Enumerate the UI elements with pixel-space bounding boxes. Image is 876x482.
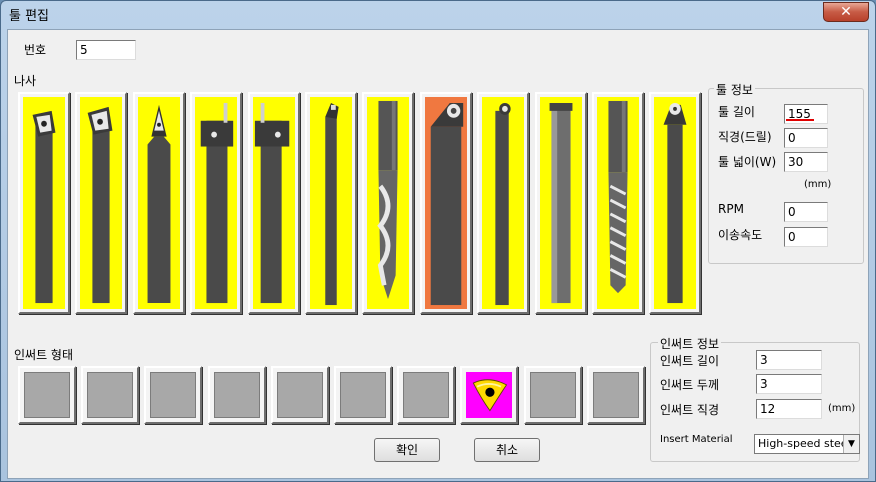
tool-section-label: 나사 xyxy=(14,74,37,88)
insert-shape-3-image xyxy=(150,372,197,418)
diameter-label: 직경(드릴) xyxy=(718,130,772,144)
insert-shape-2-image xyxy=(87,372,134,418)
insert-shape-3-button[interactable] xyxy=(144,366,203,424)
tool-info-title: 툴 정보 xyxy=(714,81,755,98)
diameter-input[interactable]: 0 xyxy=(784,128,828,148)
insert-thickness-label: 인써트 두께 xyxy=(660,378,720,392)
insert-shape-9-button[interactable] xyxy=(523,366,582,424)
feed-label: 이송속도 xyxy=(718,228,763,242)
tool-5-image xyxy=(252,97,295,309)
tool-12-button[interactable] xyxy=(649,92,702,314)
insert-shape-10-image xyxy=(592,372,639,418)
insert-shape-9-image xyxy=(529,372,576,418)
tool-4-button[interactable] xyxy=(190,92,243,314)
insert-length-label: 인써트 길이 xyxy=(660,354,720,368)
tool-width-label: 툴 넓이(W) xyxy=(718,155,777,169)
close-button[interactable]: ✕ xyxy=(823,2,869,22)
tool-6-icon xyxy=(325,102,339,306)
triangle-insert-icon xyxy=(473,379,508,412)
tool-4-icon xyxy=(200,102,234,304)
rpm-input[interactable]: 0 xyxy=(784,202,828,222)
tool-7-image xyxy=(367,97,410,309)
tool-edit-dialog: 툴 편집 ✕ 번호 5 나사 툴 정보 툴 길이 155 직경(드릴) 0 툴 … xyxy=(0,0,876,482)
dialog-client-area: 번호 5 나사 툴 정보 툴 길이 155 직경(드릴) 0 툴 넓이(W) 3… xyxy=(7,29,869,479)
insert-shape-1-image xyxy=(24,372,70,418)
tool-width-input[interactable]: 30 xyxy=(784,152,828,172)
tool-10-image xyxy=(539,97,582,309)
insert-shape-6-button[interactable] xyxy=(334,366,392,424)
tool-1-icon xyxy=(32,110,56,304)
tool-6-button[interactable] xyxy=(305,92,357,314)
tool-1-image xyxy=(23,97,65,309)
feed-input[interactable]: 0 xyxy=(784,227,828,247)
tool-4-image xyxy=(195,97,238,309)
tool-9-button[interactable] xyxy=(477,92,530,314)
insert-unit-label: (mm) xyxy=(828,403,856,414)
cancel-button[interactable]: 취소 xyxy=(474,438,540,462)
tool-7-button[interactable] xyxy=(362,92,415,314)
insert-length-input[interactable]: 3 xyxy=(756,350,822,370)
insert-shape-5-button[interactable] xyxy=(270,366,329,424)
number-input[interactable]: 5 xyxy=(76,40,136,60)
tool-10-button[interactable] xyxy=(534,92,587,314)
tool-11-button[interactable] xyxy=(592,92,644,314)
tool-8-image xyxy=(424,97,467,309)
tool-1-button[interactable] xyxy=(18,92,70,314)
tool-5-button[interactable] xyxy=(247,92,300,314)
tool-10-icon xyxy=(549,102,573,304)
tool-3-icon xyxy=(147,104,171,304)
insert-shape-1-button[interactable] xyxy=(18,366,76,424)
insert-shape-10-button[interactable] xyxy=(586,366,645,424)
insert-info-title: 인써트 정보 xyxy=(658,335,722,352)
tool-length-highlight xyxy=(786,119,814,121)
tool-11-image xyxy=(597,97,639,309)
insert-material-select[interactable]: High-speed steel ▼ xyxy=(754,434,860,454)
tool-5-icon xyxy=(254,102,289,304)
insert-section-label: 인써트 형태 xyxy=(14,348,74,362)
tool-3-button[interactable] xyxy=(132,92,185,314)
title-bar: 툴 편집 ✕ xyxy=(1,1,875,27)
tool-3-image xyxy=(137,97,180,309)
tool-8-icon xyxy=(430,102,463,306)
tool-length-input[interactable]: 155 xyxy=(784,104,828,124)
tool-12-image xyxy=(654,97,697,309)
tool-unit-label: (mm) xyxy=(804,179,832,190)
insert-shape-4-image xyxy=(213,372,260,418)
insert-material-label: Insert Material xyxy=(660,434,733,445)
ok-button[interactable]: 확인 xyxy=(374,438,440,462)
insert-shape-8-image xyxy=(466,372,513,418)
tool-9-icon xyxy=(495,102,511,306)
insert-shape-7-image xyxy=(403,372,450,418)
insert-material-value: High-speed steel xyxy=(758,437,851,450)
insert-thickness-input[interactable]: 3 xyxy=(756,374,822,394)
tool-8-button[interactable] xyxy=(419,92,472,314)
tool-2-image xyxy=(80,97,123,309)
number-label: 번호 xyxy=(24,43,47,57)
tool-12-icon xyxy=(663,102,687,304)
chevron-down-icon[interactable]: ▼ xyxy=(843,435,859,453)
window-title: 툴 편집 xyxy=(9,9,50,24)
tool-2-icon xyxy=(88,106,113,304)
insert-shape-8-button[interactable] xyxy=(460,366,519,424)
insert-shape-7-button[interactable] xyxy=(397,366,456,424)
insert-shape-6-image xyxy=(340,372,386,418)
insert-shape-5-image xyxy=(276,372,323,418)
insert-shape-2-button[interactable] xyxy=(81,366,140,424)
insert-diameter-label: 인써트 직경 xyxy=(660,403,720,417)
tool-11-icon xyxy=(608,100,628,294)
rpm-label: RPM xyxy=(718,202,744,216)
tool-6-image xyxy=(310,97,352,309)
tool-2-button[interactable] xyxy=(75,92,128,314)
tool-length-label: 툴 길이 xyxy=(718,105,755,119)
tool-9-image xyxy=(482,97,525,309)
insert-diameter-input[interactable]: 12 xyxy=(756,399,822,419)
insert-shape-4-button[interactable] xyxy=(207,366,266,424)
tool-7-icon xyxy=(377,100,398,300)
